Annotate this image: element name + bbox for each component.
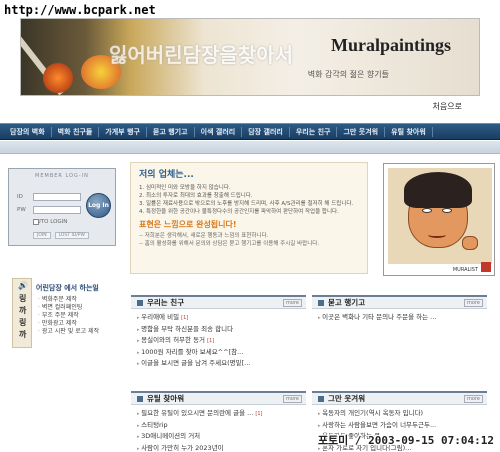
list-item[interactable]: 스티텅rip xyxy=(137,420,306,432)
service-item[interactable]: 부조 주문 제작 xyxy=(38,312,99,320)
portrait-mouth xyxy=(428,232,446,238)
service-item[interactable]: 벽면 컬러페인팅 xyxy=(38,304,99,312)
square-bullet-icon xyxy=(137,395,143,402)
util-board: 유틸 찾아워 more 필요한 유틸이 있으시면 문의란에 글을 ... [1]… xyxy=(131,391,306,452)
login-panel: MEMBER LOG-IN ID PW Log In AUTO LOGIN JO… xyxy=(8,168,116,246)
nav-item-mural[interactable]: 담장의 벽화 xyxy=(4,126,52,137)
nav-item-ledger[interactable]: 가게부 행구 xyxy=(99,126,147,137)
service-item[interactable]: 만화광고 제작 xyxy=(38,320,99,328)
paint-splash-red xyxy=(43,63,73,93)
main-nav: 담장의 벽화 벽화 친구들 가게부 행구 묻고 행기고 이색 갤러리 담장 갤러… xyxy=(0,123,500,140)
friends-board: 우리는 친구 more 우리애에 비밀 [1] 명함을 부탁 하신분들 죄송 합… xyxy=(131,295,306,370)
board-title[interactable]: 우리는 친구 xyxy=(147,297,184,308)
banner-slogan: 벽화 감각의 젊은 향기들 xyxy=(307,70,389,79)
intro-motto: 표현은 느낌으로 완성됩니다! xyxy=(139,220,237,229)
square-bullet-icon xyxy=(137,299,143,306)
intro-title: 저의 업체는... xyxy=(139,170,194,180)
list-item[interactable]: 이글을 보시면 글을 남겨 주세요(명밑[... xyxy=(137,358,306,370)
login-links: JOIN LOST ID/PW xyxy=(33,232,89,239)
services-menu: 🔊 링 까 링 까 어린담장 에서 하는일 벽화주문 제작 벽면 컬러페인팅 부… xyxy=(8,278,122,350)
artist-portrait: MURALIST xyxy=(383,163,495,276)
header-banner: 잃어버린담장을찾아서 Muralpaintings 벽화 감각의 젊은 향기들 xyxy=(20,18,480,96)
qna-board: 묻고 행기고 more 이곳은 벽화나 기타 문의나 주문을 하는 ... xyxy=(312,295,487,324)
company-intro: 저의 업체는... 1. 심미적인 미와 모방을 하지 않습니다. 2. 최소의… xyxy=(130,162,368,274)
board-title[interactable]: 유틸 찾아워 xyxy=(147,393,184,404)
id-input[interactable] xyxy=(33,193,81,201)
nav-item-friends-mural[interactable]: 벽화 친구들 xyxy=(52,126,100,137)
list-item[interactable]: 3D애니메이션의 거처 xyxy=(137,431,306,443)
intro-line: 1. 심미적인 미와 모방을 하지 않습니다. xyxy=(139,185,231,191)
services-title: 어린담장 에서 하는일 xyxy=(36,284,99,292)
list-item[interactable]: 명함을 부탁 하신분들 죄송 합니다 xyxy=(137,324,306,336)
list-item[interactable]: 옥동자의 개인기(역시 옥동자 입니다) xyxy=(318,408,487,420)
list-item[interactable]: 1000원 자리를 찾아 보세요^^[참... xyxy=(137,347,306,359)
list-item[interactable]: 사람이 가만히 누가 2023년이 xyxy=(137,443,306,452)
id-label: ID xyxy=(17,194,23,200)
auto-login-option[interactable]: AUTO LOGIN xyxy=(33,219,67,225)
intro-line: 2. 최소의 투자로 최대의 효과를 창출해 드립니다. xyxy=(139,193,253,199)
password-input[interactable] xyxy=(33,206,81,214)
nav-item-qna[interactable]: 묻고 행기고 xyxy=(147,126,195,137)
vertical-label-bar: 🔊 링 까 링 까 xyxy=(12,278,32,348)
list-item[interactable]: 우리애에 비밀 [1] xyxy=(137,312,306,324)
url-overlay-text: http://www.bcpark.net xyxy=(4,3,156,17)
nav-item-unique-gallery[interactable]: 이색 갤러리 xyxy=(195,126,243,137)
board-title[interactable]: 그만 웃겨워 xyxy=(328,393,365,404)
speaker-icon: 🔊 xyxy=(18,281,28,290)
vertical-label: 링 까 링 까 xyxy=(19,294,27,339)
portrait-hand xyxy=(462,236,478,250)
brand-logo-text[interactable]: Muralpaintings xyxy=(331,35,451,56)
login-button[interactable]: Log In xyxy=(86,193,111,218)
list-item[interactable]: 사랑하는 사람을보면 가슴이 너무두근두... xyxy=(318,420,487,432)
home-link[interactable]: 처음으로 xyxy=(433,101,462,112)
portrait-caption: MURALIST xyxy=(452,267,478,273)
join-link[interactable]: JOIN xyxy=(33,232,51,239)
more-button[interactable]: more xyxy=(283,298,302,307)
nav-item-we-are-friends[interactable]: 우리는 친구 xyxy=(290,126,338,137)
login-header: MEMBER LOG-IN xyxy=(35,173,89,179)
intro-subline: -- 홈의 활성화를 위해서 문의와 상담은 묻고 행기고를 이용해 주시길 바… xyxy=(139,241,320,247)
nav-item-wall-gallery[interactable]: 담장 갤러리 xyxy=(242,126,290,137)
square-bullet-icon xyxy=(318,299,324,306)
more-button[interactable]: more xyxy=(464,394,483,403)
list-item[interactable]: 이곳은 벽화나 기타 문의나 주문을 하는 ... xyxy=(318,312,487,324)
auto-login-checkbox[interactable] xyxy=(33,219,39,225)
nav-item-funny[interactable]: 그만 웃겨워 xyxy=(337,126,386,137)
board-title[interactable]: 묻고 행기고 xyxy=(328,297,365,308)
square-bullet-icon xyxy=(318,395,324,402)
more-button[interactable]: more xyxy=(464,298,483,307)
list-item[interactable]: 필요한 유틸이 있으시면 문의란에 글을 ... [1] xyxy=(137,408,306,420)
banner-korean-title: 잃어버린담장을찾아서 xyxy=(109,43,293,67)
more-button[interactable]: more xyxy=(283,394,302,403)
service-item[interactable]: 광고 시판 및 로고 제작 xyxy=(38,328,99,336)
intro-line: 4. 특정한을 위한 공간이나 불특정다수의 공간인지를 파악하여 판단하여 작… xyxy=(139,209,339,215)
intro-line: 3. 일률은 재료사용으로 밖으로의 노후를 방지해 드리며, 사후 A/S관리… xyxy=(139,201,354,207)
timestamp-overlay: 포토미 / 2003-09-15 07:04:12 xyxy=(317,434,494,447)
portrait-eye xyxy=(442,208,452,213)
portrait-hair xyxy=(404,172,472,208)
pw-label: PW xyxy=(17,207,26,213)
services-list: 벽화주문 제작 벽면 컬러페인팅 부조 주문 제작 만화광고 제작 광고 시판 … xyxy=(38,296,99,336)
service-item[interactable]: 벽화주문 제작 xyxy=(38,296,99,304)
lost-id-link[interactable]: LOST ID/PW xyxy=(54,232,89,239)
list-item[interactable]: 몽실이와의 허무한 동거 [1] xyxy=(137,335,306,347)
nav-item-utilities[interactable]: 유틸 찾아워 xyxy=(385,126,433,137)
intro-subline: -- 저희분은 생각해서, 새로운 행동과 느낌의 표현하니다. xyxy=(139,233,269,239)
sub-nav-bar xyxy=(0,141,500,154)
artist-seal-icon xyxy=(481,262,491,272)
portrait-eye xyxy=(422,208,432,213)
